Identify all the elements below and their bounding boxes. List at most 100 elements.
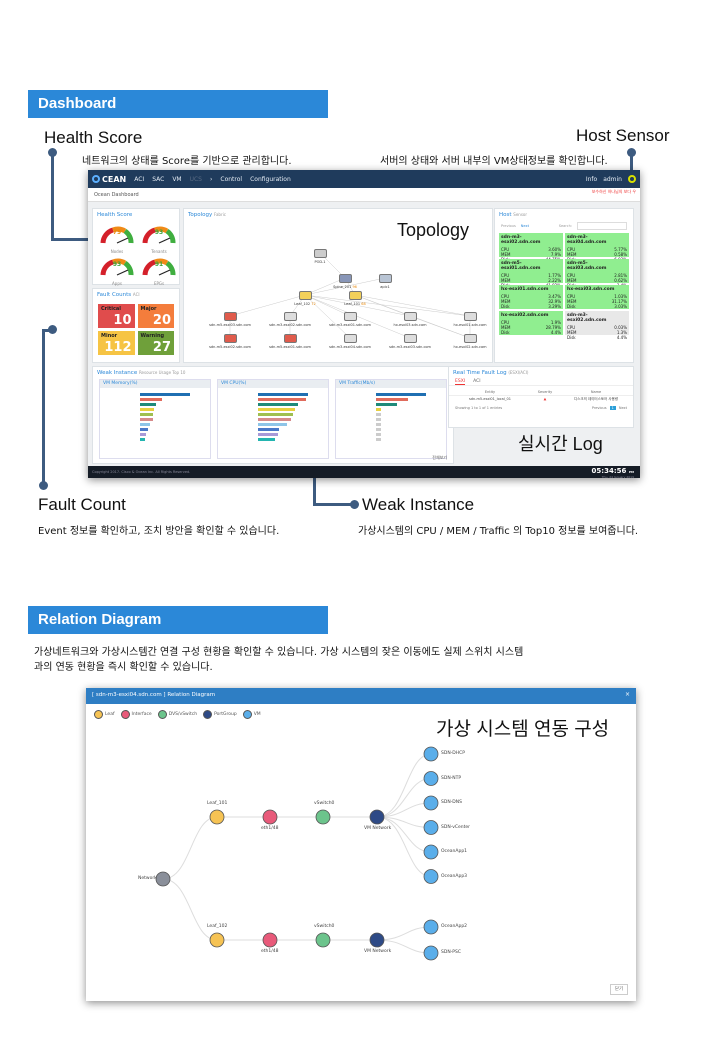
topology-node[interactable] [464, 312, 477, 321]
vm-node[interactable] [423, 795, 439, 811]
weak-bar[interactable] [140, 438, 146, 441]
tab-esxi[interactable]: ESXI [455, 379, 466, 385]
vm-node[interactable] [423, 746, 439, 762]
weak-bar[interactable] [376, 418, 382, 421]
fault-log-row[interactable]: sdn-m5-esxi01_local_01 ▲ 디스크의 데이터스토어 사용량 [449, 395, 633, 403]
weak-bar[interactable] [258, 418, 291, 421]
host-card[interactable]: sdn-m3-esxi02.sdn.comCPU3.60%MEM7.9%Disk… [499, 233, 563, 262]
host-prev-button[interactable]: Previous [501, 224, 516, 228]
weak-bar[interactable] [258, 438, 275, 441]
host-card[interactable]: sdn-m3-esxi02.sdn.com CPU 0.03% MEM 1.3% Disk… [565, 311, 629, 340]
weak-bar[interactable] [258, 403, 299, 406]
host-card[interactable]: sdn-m3-esxi04.sdn.comCPU5.77%MEM0.58%Dis… [565, 233, 629, 262]
vm-node[interactable] [423, 869, 439, 884]
col-entity[interactable]: Entity [455, 390, 525, 394]
log-next-button[interactable]: Next [619, 406, 627, 410]
view-all-link[interactable]: 전체보기 [432, 455, 447, 461]
weak-bar[interactable] [258, 413, 293, 416]
weak-bar[interactable] [376, 403, 398, 406]
topology-node[interactable] [314, 249, 327, 258]
interface-node[interactable] [262, 932, 278, 948]
vm-node[interactable] [423, 919, 439, 935]
weak-bar[interactable] [140, 413, 153, 416]
vm-node[interactable] [423, 945, 439, 961]
interface-node[interactable] [262, 809, 278, 825]
weak-bar[interactable] [258, 393, 308, 396]
host-next-button[interactable]: Next [521, 224, 529, 228]
weak-bar[interactable] [258, 428, 280, 431]
weak-bar[interactable] [258, 433, 278, 436]
weak-bar[interactable] [258, 423, 287, 426]
fault-box-critical[interactable]: Critical 10 [98, 304, 135, 328]
nav-sac[interactable]: SAC [152, 176, 164, 183]
vm-node[interactable] [423, 771, 439, 786]
host-card[interactable]: hx-esxi03.sdn.com CPU 1.03% MEM 31.17% Disk 3.… [565, 285, 629, 309]
portgroup-node[interactable] [369, 932, 385, 948]
close-button[interactable]: 닫기 [610, 984, 628, 995]
weak-bar[interactable] [140, 433, 147, 436]
topology-node[interactable] [379, 274, 392, 283]
weak-bar[interactable] [376, 438, 382, 441]
vswitch-node[interactable] [315, 809, 331, 825]
vm-node[interactable] [423, 844, 439, 860]
health-gauge: 91 EPGs [141, 255, 177, 286]
topology-node[interactable] [299, 291, 312, 300]
weak-bar[interactable] [376, 423, 382, 426]
nav-aci[interactable]: ACI [134, 176, 144, 183]
weak-bar[interactable] [140, 408, 154, 411]
vm-node[interactable] [423, 820, 439, 835]
host-card[interactable]: hx-esxi02.sdn.com CPU 1.9% MEM 28.79% Disk 4.4… [499, 311, 563, 335]
topology-node[interactable] [284, 334, 297, 343]
topology-node[interactable] [339, 274, 352, 283]
weak-bar[interactable] [140, 398, 162, 401]
refresh-icon[interactable] [628, 175, 636, 183]
top-navbar: CEAN ACI SAC VM UCS › Control Configurat… [88, 170, 640, 188]
host-card[interactable]: sdn-m5-esxi03.sdn.comCPU2.81%MEM0.62%Dis… [565, 259, 629, 288]
leaf-node[interactable] [209, 809, 225, 825]
nav-control[interactable]: Control [220, 176, 242, 183]
topology-node[interactable] [404, 312, 417, 321]
leaf-node[interactable] [209, 932, 225, 948]
weak-bar[interactable] [140, 393, 190, 396]
tab-aci[interactable]: ACI [473, 379, 480, 385]
topology-node[interactable] [224, 334, 237, 343]
host-card[interactable]: hx-esxi01.sdn.com CPU 3.47% MEM 32.9% Disk 3.2… [499, 285, 563, 309]
col-severity[interactable]: Severity [525, 390, 565, 394]
fault-box-major[interactable]: Major 20 [137, 304, 174, 328]
host-card[interactable]: sdn-m5-esxi01.sdn.comCPU1.77%MEM2.22%Dis… [499, 259, 563, 288]
chevron-right-icon[interactable]: › [210, 176, 212, 183]
fault-box-minor[interactable]: Minor 112 [98, 331, 135, 355]
nav-vm[interactable]: VM [172, 176, 181, 183]
weak-bar[interactable] [140, 418, 153, 421]
weak-bar[interactable] [376, 393, 426, 396]
weak-bar[interactable] [376, 428, 382, 431]
col-name[interactable]: Name [565, 390, 627, 394]
nav-ucs[interactable]: UCS [190, 176, 202, 183]
topology-node[interactable] [224, 312, 237, 321]
weak-bar[interactable] [140, 403, 156, 406]
weak-bar[interactable] [376, 408, 382, 411]
topology-node[interactable] [344, 312, 357, 321]
weak-bar[interactable] [140, 423, 151, 426]
log-prev-button[interactable]: Previous [592, 406, 607, 410]
admin-menu[interactable]: admin [603, 176, 622, 183]
weak-bar[interactable] [140, 428, 149, 431]
host-search-input[interactable] [577, 222, 627, 230]
topology-node[interactable] [404, 334, 417, 343]
topology-node[interactable] [344, 334, 357, 343]
weak-bar[interactable] [258, 408, 296, 411]
weak-bar[interactable] [376, 398, 408, 401]
fault-box-warning[interactable]: Warning 27 [137, 331, 174, 355]
info-link[interactable]: Info [586, 176, 597, 183]
topology-node[interactable] [349, 291, 362, 300]
nav-configuration[interactable]: Configuration [250, 176, 291, 183]
weak-bar[interactable] [258, 398, 306, 401]
topology-node[interactable] [464, 334, 477, 343]
network-root-node[interactable] [155, 871, 171, 887]
log-page-1[interactable]: 1 [609, 406, 616, 410]
portgroup-node[interactable] [369, 809, 385, 825]
vswitch-node[interactable] [315, 932, 331, 948]
topology-node[interactable] [284, 312, 297, 321]
weak-bar[interactable] [376, 433, 382, 436]
weak-bar[interactable] [376, 413, 382, 416]
